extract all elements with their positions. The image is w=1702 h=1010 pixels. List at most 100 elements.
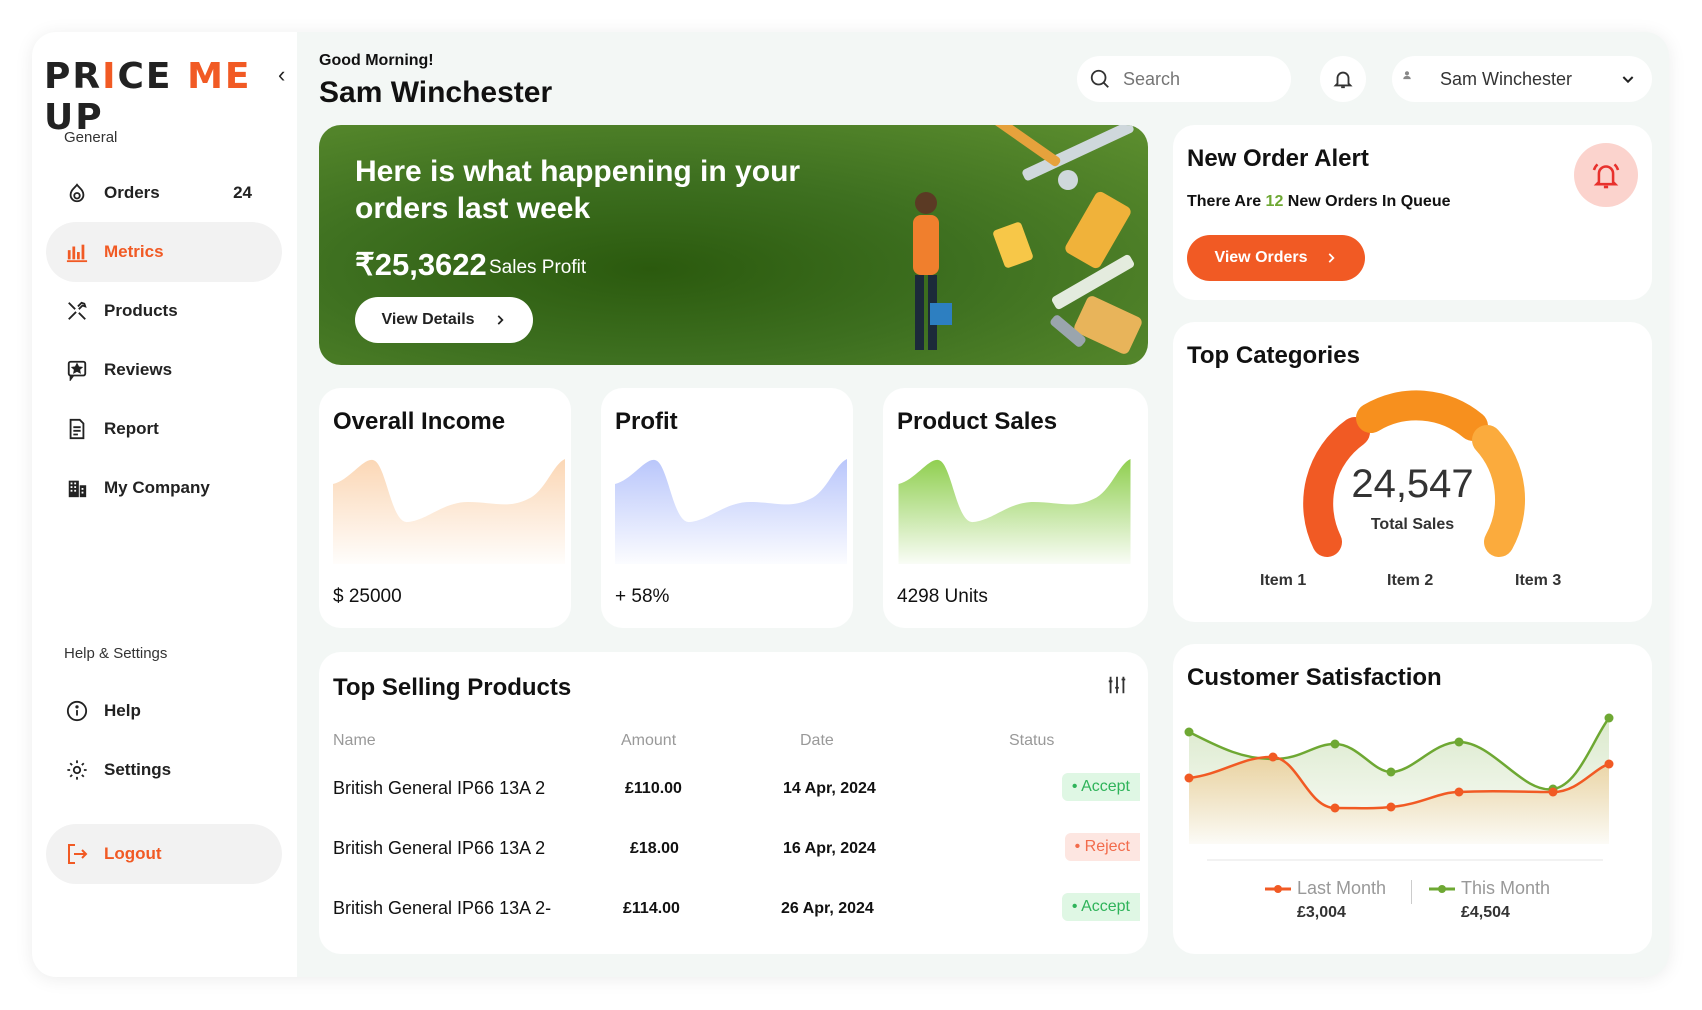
category-label: Item 2 (1387, 572, 1434, 589)
categories-title: Top Categories (1187, 342, 1360, 369)
alarm-bell-icon (1574, 143, 1638, 207)
greeting: Good Morning! (319, 52, 434, 69)
legend-label: This Month (1461, 878, 1551, 898)
chevron-down-icon (1620, 71, 1636, 87)
category-label: Item 1 (1260, 572, 1307, 589)
section-title-help: Help & Settings (64, 645, 168, 662)
categories-total-label: Total Sales (1370, 516, 1455, 533)
top-selling-products-card: Top Selling Products Name Amount Date St… (319, 652, 1148, 954)
stat-title: Overall Income (333, 408, 506, 435)
profit-sparkline (615, 459, 847, 564)
sidebar: PRICE ME UP ‹ General Orders 24 Metrics … (32, 32, 297, 977)
search-box[interactable] (1077, 56, 1291, 102)
user-menu[interactable]: Sam Winchester (1392, 56, 1652, 102)
cell-amount: £18.00 (630, 840, 679, 857)
legend-value: £3,004 (1297, 904, 1346, 921)
logout-button[interactable]: Logout (46, 824, 282, 884)
satisfaction-title: Customer Satisfaction (1187, 664, 1442, 691)
stat-value: + 58% (615, 586, 670, 607)
view-details-label: View Details (381, 311, 475, 328)
top-categories-card: Top Categories 24,547 Total Sales Item 1… (1173, 322, 1652, 622)
sidebar-item-report[interactable]: Report (46, 399, 282, 459)
app-window: PRICE ME UP ‹ General Orders 24 Metrics … (32, 32, 1669, 977)
cell-date: 26 Apr, 2024 (781, 900, 874, 917)
logout-icon (64, 841, 90, 867)
sidebar-item-label: Products (104, 301, 178, 320)
legend-value: £4,504 (1461, 904, 1510, 921)
new-orders-count: 12 (1265, 193, 1284, 210)
cell-date: 14 Apr, 2024 (783, 780, 876, 797)
legend-this-month: This Month (1429, 878, 1550, 899)
report-icon (64, 416, 90, 442)
income-sparkline (333, 459, 565, 564)
sidebar-item-my-company[interactable]: My Company (46, 458, 282, 518)
stat-card-overall-income: Overall Income $ 25000 (319, 388, 571, 628)
reviews-icon (64, 357, 90, 383)
metrics-icon (64, 239, 90, 265)
col-header-amount: Amount (621, 732, 677, 749)
page-title: Sam Winchester (319, 76, 553, 109)
sidebar-item-label: Settings (104, 760, 172, 779)
sidebar-item-orders[interactable]: Orders 24 (46, 163, 282, 223)
filter-icon[interactable] (1106, 674, 1128, 696)
legend-divider (1411, 880, 1412, 904)
gear-icon (64, 757, 90, 783)
table-title: Top Selling Products (333, 674, 572, 701)
stat-value: $ 25000 (333, 586, 402, 607)
new-order-alert-card: New Order Alert There Are 12 New Orders … (1173, 125, 1652, 300)
categories-total: 24,547 (1351, 462, 1474, 506)
hero-title: Here is what happening in your orders la… (355, 155, 801, 225)
sidebar-item-label: Reviews (104, 360, 173, 379)
hero-banner: Here is what happening in your orders la… (319, 125, 1148, 365)
bell-icon (1332, 68, 1354, 90)
logo: PRICE ME UP (44, 56, 252, 138)
col-header-status: Status (1009, 732, 1055, 749)
stat-card-product-sales: Product Sales 4298 Units (883, 388, 1148, 628)
stat-title: Profit (615, 408, 678, 435)
search-input[interactable] (1121, 67, 1275, 91)
avatar (1402, 70, 1420, 88)
status-badge: • Reject (1064, 833, 1140, 861)
col-header-name: Name (333, 732, 376, 749)
sidebar-item-label: Report (104, 419, 159, 438)
notifications-button[interactable] (1320, 56, 1366, 102)
legend-line-green (1429, 884, 1455, 893)
stat-value: 4298 Units (897, 586, 988, 607)
sidebar-item-settings[interactable]: Settings (46, 740, 282, 800)
sidebar-item-label: Orders (104, 183, 160, 202)
view-orders-label: View Orders (1214, 249, 1308, 266)
satisfaction-line-chart (1184, 713, 1614, 861)
collapse-sidebar-icon[interactable]: ‹ (278, 62, 285, 88)
sidebar-item-products[interactable]: Products (46, 281, 282, 341)
orders-count: 24 (233, 183, 252, 202)
cell-name: British General IP66 13A 2 (333, 838, 546, 858)
stat-card-profit: Profit + 58% (601, 388, 853, 628)
logout-label: Logout (104, 844, 162, 863)
hero-amount: ₹25,3622 (355, 247, 487, 282)
sidebar-item-label: Help (104, 701, 141, 720)
legend-last-month: Last Month (1265, 878, 1386, 899)
view-orders-button[interactable]: View Orders (1187, 235, 1365, 281)
stat-title: Product Sales (897, 408, 1058, 435)
chevron-right-icon (1324, 251, 1338, 265)
status-badge: • Accept (1061, 773, 1140, 801)
sidebar-item-label: Metrics (104, 242, 164, 261)
customer-satisfaction-card: Customer Satisfaction Last Month £3,004 (1173, 644, 1652, 954)
search-icon (1089, 68, 1111, 90)
sidebar-item-help[interactable]: Help (46, 681, 282, 741)
info-icon (64, 698, 90, 724)
tools-illustration (913, 125, 1142, 354)
sidebar-item-metrics[interactable]: Metrics (46, 222, 282, 282)
alert-title: New Order Alert (1187, 145, 1369, 172)
view-details-button[interactable]: View Details (355, 297, 533, 343)
section-title-general: General (64, 129, 118, 146)
tools-icon (64, 298, 90, 324)
legend-line-orange (1265, 884, 1291, 893)
sidebar-item-reviews[interactable]: Reviews (46, 340, 282, 400)
orders-icon (64, 180, 90, 206)
cell-date: 16 Apr, 2024 (783, 840, 876, 857)
hero-amount-label: Sales Profit (489, 257, 587, 278)
cell-amount: £114.00 (623, 900, 680, 917)
product-sales-sparkline (898, 459, 1131, 564)
cell-amount: £110.00 (625, 780, 682, 797)
